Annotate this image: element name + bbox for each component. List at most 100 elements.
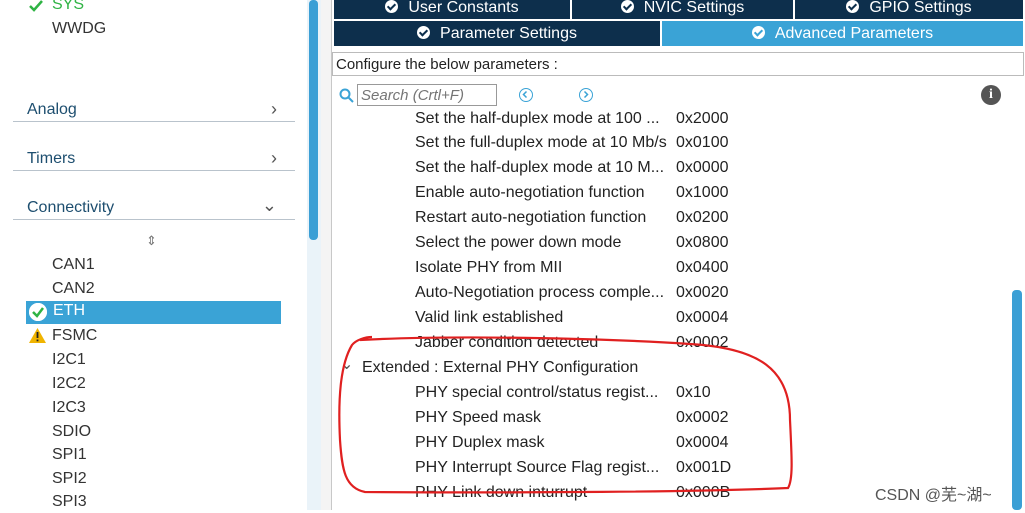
warning-icon xyxy=(29,328,46,348)
check-circle-icon xyxy=(846,0,860,13)
check-icon xyxy=(29,0,43,12)
left-scrollbar[interactable] xyxy=(307,0,321,510)
tab-label: NVIC Settings xyxy=(643,0,745,16)
peripheral-label: FSMC xyxy=(52,327,98,344)
tab-advanced-parameters[interactable]: Advanced Parameters xyxy=(662,21,1023,46)
parameter-name: Enable auto-negotiation function xyxy=(415,184,645,201)
check-circle-icon xyxy=(385,0,399,13)
panel-splitter[interactable] xyxy=(321,0,332,510)
parameter-name: PHY Duplex mask xyxy=(415,434,545,451)
peripheral-eth-selected[interactable]: ETH xyxy=(26,301,281,324)
parameter-name: PHY special control/status regist... xyxy=(415,384,659,401)
parameter-value: 0x0800 xyxy=(676,234,729,251)
peripheral-label: SPI3 xyxy=(52,493,87,510)
parameter-name: Set the full-duplex mode at 10 Mb/s xyxy=(415,134,667,151)
peripheral-label: SDIO xyxy=(52,423,92,440)
peripheral-spi2[interactable]: SPI2 xyxy=(52,468,87,490)
peripheral-label: SPI2 xyxy=(52,470,87,487)
peripheral-label: I2C2 xyxy=(52,375,86,392)
peripheral-i2c3[interactable]: I2C3 xyxy=(52,397,86,419)
parameter-value: 0x0200 xyxy=(676,209,729,226)
parameter-name: Select the power down mode xyxy=(415,234,622,251)
parameter-name: Set the half-duplex mode at 100 ... xyxy=(415,110,660,127)
parameter-name: Isolate PHY from MII xyxy=(415,259,563,276)
parameter-name: Jabber condition detected xyxy=(415,334,599,351)
search-icon xyxy=(339,88,354,103)
chevron-right-icon: › xyxy=(271,148,277,168)
search-toolbar: i xyxy=(332,82,1025,110)
peripheral-fsmc[interactable]: FSMC xyxy=(52,325,97,347)
tree-item-label: WWDG xyxy=(52,20,107,37)
sort-icon[interactable]: ⇕ xyxy=(146,233,157,249)
parameter-list: Set the half-duplex mode at 100 ... 0x200… xyxy=(332,110,1012,510)
check-circle-icon xyxy=(417,26,431,39)
tab-label: GPIO Settings xyxy=(869,0,972,16)
peripheral-label: ETH xyxy=(53,302,85,319)
parameter-value: 0x0004 xyxy=(676,309,729,326)
category-analog[interactable]: Analog › xyxy=(13,95,295,122)
parameter-value: 0x0004 xyxy=(676,434,729,451)
parameter-name: Valid link established xyxy=(415,309,564,326)
tab-nvic-settings[interactable]: NVIC Settings xyxy=(572,0,793,19)
search-input[interactable] xyxy=(357,84,497,106)
tab-label: Advanced Parameters xyxy=(774,25,934,42)
tree-item-wwdg[interactable]: WWDG xyxy=(52,20,106,38)
configure-label: Configure the below parameters : xyxy=(336,56,558,73)
right-scrollbar-thumb[interactable] xyxy=(1012,290,1022,510)
check-circle-icon xyxy=(620,0,634,13)
parameter-value: 0x1000 xyxy=(676,184,729,201)
category-label: Timers xyxy=(27,150,76,167)
parameter-name: Auto-Negotiation process comple... xyxy=(415,284,665,301)
category-label: Analog xyxy=(27,101,77,118)
next-result-icon[interactable] xyxy=(579,88,593,102)
parameter-value: 0x0400 xyxy=(676,259,729,276)
tab-label: Parameter Settings xyxy=(440,25,577,42)
parameter-value: 0x0000 xyxy=(676,159,729,176)
peripheral-can2[interactable]: CAN2 xyxy=(52,278,95,300)
peripheral-label: I2C3 xyxy=(52,399,86,416)
parameter-value: 0x10 xyxy=(676,384,711,401)
tab-label: User Constants xyxy=(408,0,519,16)
peripheral-spi1[interactable]: SPI1 xyxy=(52,444,87,466)
category-timers[interactable]: Timers › xyxy=(13,144,295,171)
configure-header: Configure the below parameters : xyxy=(332,52,1024,76)
category-label: Connectivity xyxy=(27,199,115,216)
parameter-name: Set the half-duplex mode at 10 M... xyxy=(415,159,665,176)
chevron-down-icon: ⌄ xyxy=(261,195,277,215)
peripheral-label: CAN2 xyxy=(52,280,95,297)
tab-gpio-settings[interactable]: GPIO Settings xyxy=(795,0,1023,19)
peripheral-label: SPI1 xyxy=(52,446,87,463)
peripheral-i2c2[interactable]: I2C2 xyxy=(52,373,86,395)
tab-user-constants[interactable]: User Constants xyxy=(334,0,570,19)
peripheral-tree-panel: SYS WWDG Analog › Timers › Connectivity … xyxy=(0,0,307,510)
configuration-panel: User Constants NVIC Settings GPIO Settin… xyxy=(332,0,1025,510)
category-connectivity[interactable]: Connectivity ⌄ xyxy=(13,193,295,220)
watermark: CSDN @芜~湖~ xyxy=(875,487,992,504)
parameter-value: 0x0020 xyxy=(676,284,729,301)
info-icon[interactable]: i xyxy=(981,85,1001,105)
parameter-value: 0x0002 xyxy=(676,334,729,351)
chevron-right-icon: › xyxy=(271,99,277,119)
section-label: Extended : External PHY Configuration xyxy=(362,359,639,376)
parameter-value: 0x2000 xyxy=(676,110,729,127)
parameter-name: PHY Speed mask xyxy=(415,409,541,426)
previous-result-icon[interactable] xyxy=(519,88,533,102)
chevron-down-icon[interactable]: ⌄ xyxy=(340,352,353,377)
parameter-value: 0x0100 xyxy=(676,134,729,151)
tab-parameter-settings[interactable]: Parameter Settings xyxy=(334,21,660,46)
parameter-value: 0x000B xyxy=(676,484,731,501)
peripheral-can1[interactable]: CAN1 xyxy=(52,254,95,276)
tree-item-label: SYS xyxy=(52,0,85,13)
parameter-name: PHY Link down inturrupt xyxy=(415,484,588,501)
peripheral-label: I2C1 xyxy=(52,351,86,368)
peripheral-sdio[interactable]: SDIO xyxy=(52,421,91,443)
parameter-name: PHY Interrupt Source Flag regist... xyxy=(415,459,660,476)
parameter-value: 0x001D xyxy=(676,459,732,476)
parameter-name: Restart auto-negotiation function xyxy=(415,209,647,226)
check-circle-icon xyxy=(751,26,765,39)
scrollbar-thumb[interactable] xyxy=(309,0,318,240)
parameter-value: 0x0002 xyxy=(676,409,729,426)
peripheral-i2c1[interactable]: I2C1 xyxy=(52,349,86,371)
peripheral-label: CAN1 xyxy=(52,256,95,273)
check-circle-icon xyxy=(29,303,47,321)
